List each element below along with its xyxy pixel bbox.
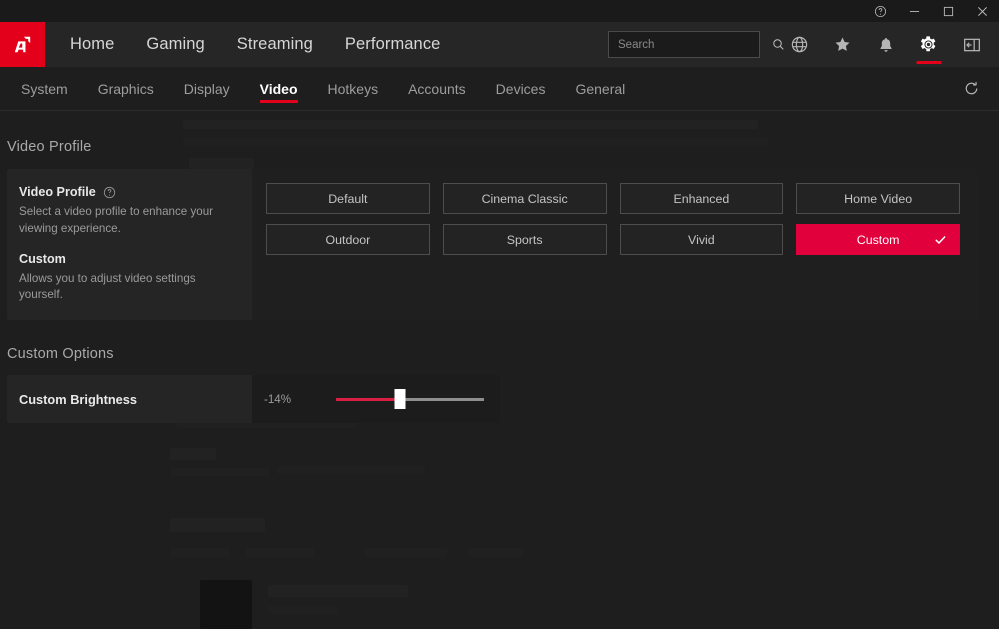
- check-icon: [934, 233, 947, 246]
- slider-thumb[interactable]: [394, 389, 406, 410]
- tab-accounts[interactable]: Accounts: [393, 67, 481, 110]
- amd-logo[interactable]: [0, 22, 45, 67]
- custom-option-description: Allows you to adjust video settings your…: [19, 271, 196, 302]
- slider-track-fill: [336, 397, 400, 401]
- video-profile-option-title: Video Profile: [19, 185, 234, 199]
- star-icon[interactable]: [821, 22, 864, 67]
- profile-button-outdoor[interactable]: Outdoor: [266, 224, 430, 255]
- nav-links: Home Gaming Streaming Performance: [54, 22, 456, 67]
- search-input[interactable]: [618, 38, 772, 51]
- bell-icon[interactable]: [864, 22, 907, 67]
- video-profile-button-grid: Default Cinema Classic Enhanced Home Vid…: [266, 183, 960, 255]
- custom-brightness-label: Custom Brightness: [7, 375, 252, 424]
- profile-button-custom-label: Custom: [856, 232, 900, 247]
- custom-brightness-value: -14%: [264, 392, 292, 406]
- profile-button-home-video[interactable]: Home Video: [796, 183, 960, 214]
- profile-button-enhanced[interactable]: Enhanced: [619, 183, 784, 214]
- custom-brightness-slider[interactable]: [336, 389, 484, 410]
- profile-button-default[interactable]: Default: [266, 183, 430, 214]
- tab-general[interactable]: General: [560, 67, 640, 110]
- close-button[interactable]: [965, 0, 999, 22]
- custom-options-section-title: Custom Options: [7, 346, 114, 363]
- nav-link-home[interactable]: Home: [54, 22, 130, 67]
- profile-button-vivid[interactable]: Vivid: [619, 224, 784, 255]
- main-navigation-bar: Home Gaming Streaming Performance: [0, 22, 999, 67]
- tab-system[interactable]: System: [6, 67, 83, 110]
- tab-list: System Graphics Display Video Hotkeys Ac…: [0, 67, 640, 110]
- nav-icons: [778, 22, 999, 67]
- video-profile-option-label: Video Profile: [19, 185, 96, 199]
- tab-graphics[interactable]: Graphics: [83, 67, 169, 110]
- tab-hotkeys[interactable]: Hotkeys: [313, 67, 394, 110]
- video-profile-card: Video Profile Select a video profile to …: [7, 169, 978, 321]
- custom-brightness-row: Custom Brightness -14%: [7, 375, 500, 424]
- content-area: Video Profile Video Profile Select a vid…: [0, 111, 999, 424]
- video-profile-option-description: Select a video profile to enhance your v…: [19, 205, 213, 235]
- panel-toggle-icon[interactable]: [950, 22, 993, 67]
- custom-brightness-control: -14%: [252, 375, 500, 424]
- globe-icon[interactable]: [778, 22, 821, 67]
- profile-button-cinema-classic[interactable]: Cinema Classic: [442, 183, 607, 214]
- profile-button-custom[interactable]: Custom: [796, 224, 960, 255]
- video-profile-section-title: Video Profile: [7, 139, 92, 155]
- nav-link-performance[interactable]: Performance: [329, 22, 457, 67]
- tab-video[interactable]: Video: [245, 67, 313, 110]
- custom-option-title: Custom: [19, 252, 234, 266]
- radeon-software-window: Home Gaming Streaming Performance Search…: [0, 0, 999, 629]
- minimize-button[interactable]: [897, 0, 931, 22]
- title-bar: [0, 0, 999, 22]
- nav-link-streaming[interactable]: Streaming: [221, 22, 329, 67]
- help-button[interactable]: [863, 0, 897, 22]
- tab-display[interactable]: Display: [169, 67, 245, 110]
- tab-devices[interactable]: Devices: [481, 67, 561, 110]
- search-box[interactable]: [608, 31, 784, 58]
- video-profile-description-panel: Video Profile Select a video profile to …: [7, 169, 252, 321]
- reset-icon[interactable]: [949, 67, 993, 111]
- nav-link-gaming[interactable]: Gaming: [130, 22, 220, 67]
- help-circle-icon[interactable]: [103, 186, 116, 199]
- maximize-button[interactable]: [931, 0, 965, 22]
- custom-option-label: Custom: [19, 251, 66, 266]
- profile-button-sports[interactable]: Sports: [442, 224, 607, 255]
- video-profile-buttons-panel: Default Cinema Classic Enhanced Home Vid…: [252, 169, 978, 320]
- settings-tab-bar: System Graphics Display Video Hotkeys Ac…: [0, 67, 999, 111]
- gear-icon[interactable]: [907, 22, 950, 67]
